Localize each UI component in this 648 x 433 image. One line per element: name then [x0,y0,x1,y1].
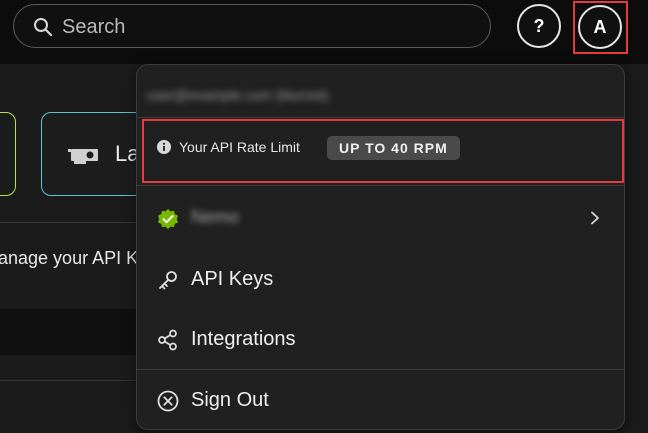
menu-item-organization[interactable]: Nemo [137,190,624,246]
rate-limit-badge: UP TO 40 RPM [327,136,460,160]
avatar-button[interactable]: A [578,5,622,49]
menu-item-integrations[interactable]: Integrations [137,311,624,367]
menu-divider [137,369,624,370]
organization-name: Nemo [191,207,240,227]
menu-item-api-keys[interactable]: API Keys [137,251,624,307]
menu-divider [137,117,624,118]
close-circle-icon [157,390,179,412]
info-icon [157,140,171,154]
account-email: user@example.com (blurred) [147,87,329,103]
background-row-divider [0,380,150,381]
search-icon [34,18,53,37]
integrations-label: Integrations [191,328,296,350]
help-button[interactable]: ? [517,4,561,48]
verified-badge-icon [158,209,178,229]
search-placeholder: Search [62,16,126,38]
background-table-header [0,309,150,355]
account-menu: user@example.com (blurred) Your API Rate… [136,64,625,430]
background-description: anage your API K [0,248,139,268]
chevron-right-icon [591,211,599,225]
top-bar: Search ? A [0,0,648,64]
share-nodes-icon [158,329,177,351]
search-input[interactable]: Search [13,4,491,48]
background-card-left[interactable] [0,112,16,196]
key-icon [159,271,177,290]
rate-limit-label: Your API Rate Limit [179,139,300,155]
api-keys-label: API Keys [191,268,274,290]
app-root: Search ? A La anage your API K user@exam… [0,0,648,433]
menu-item-sign-out[interactable]: Sign Out [137,372,624,428]
gpu-icon [68,149,98,164]
sign-out-label: Sign Out [191,389,269,411]
menu-divider [137,185,624,186]
account-email-row: user@example.com (blurred) [137,65,624,117]
background-divider [0,222,150,223]
